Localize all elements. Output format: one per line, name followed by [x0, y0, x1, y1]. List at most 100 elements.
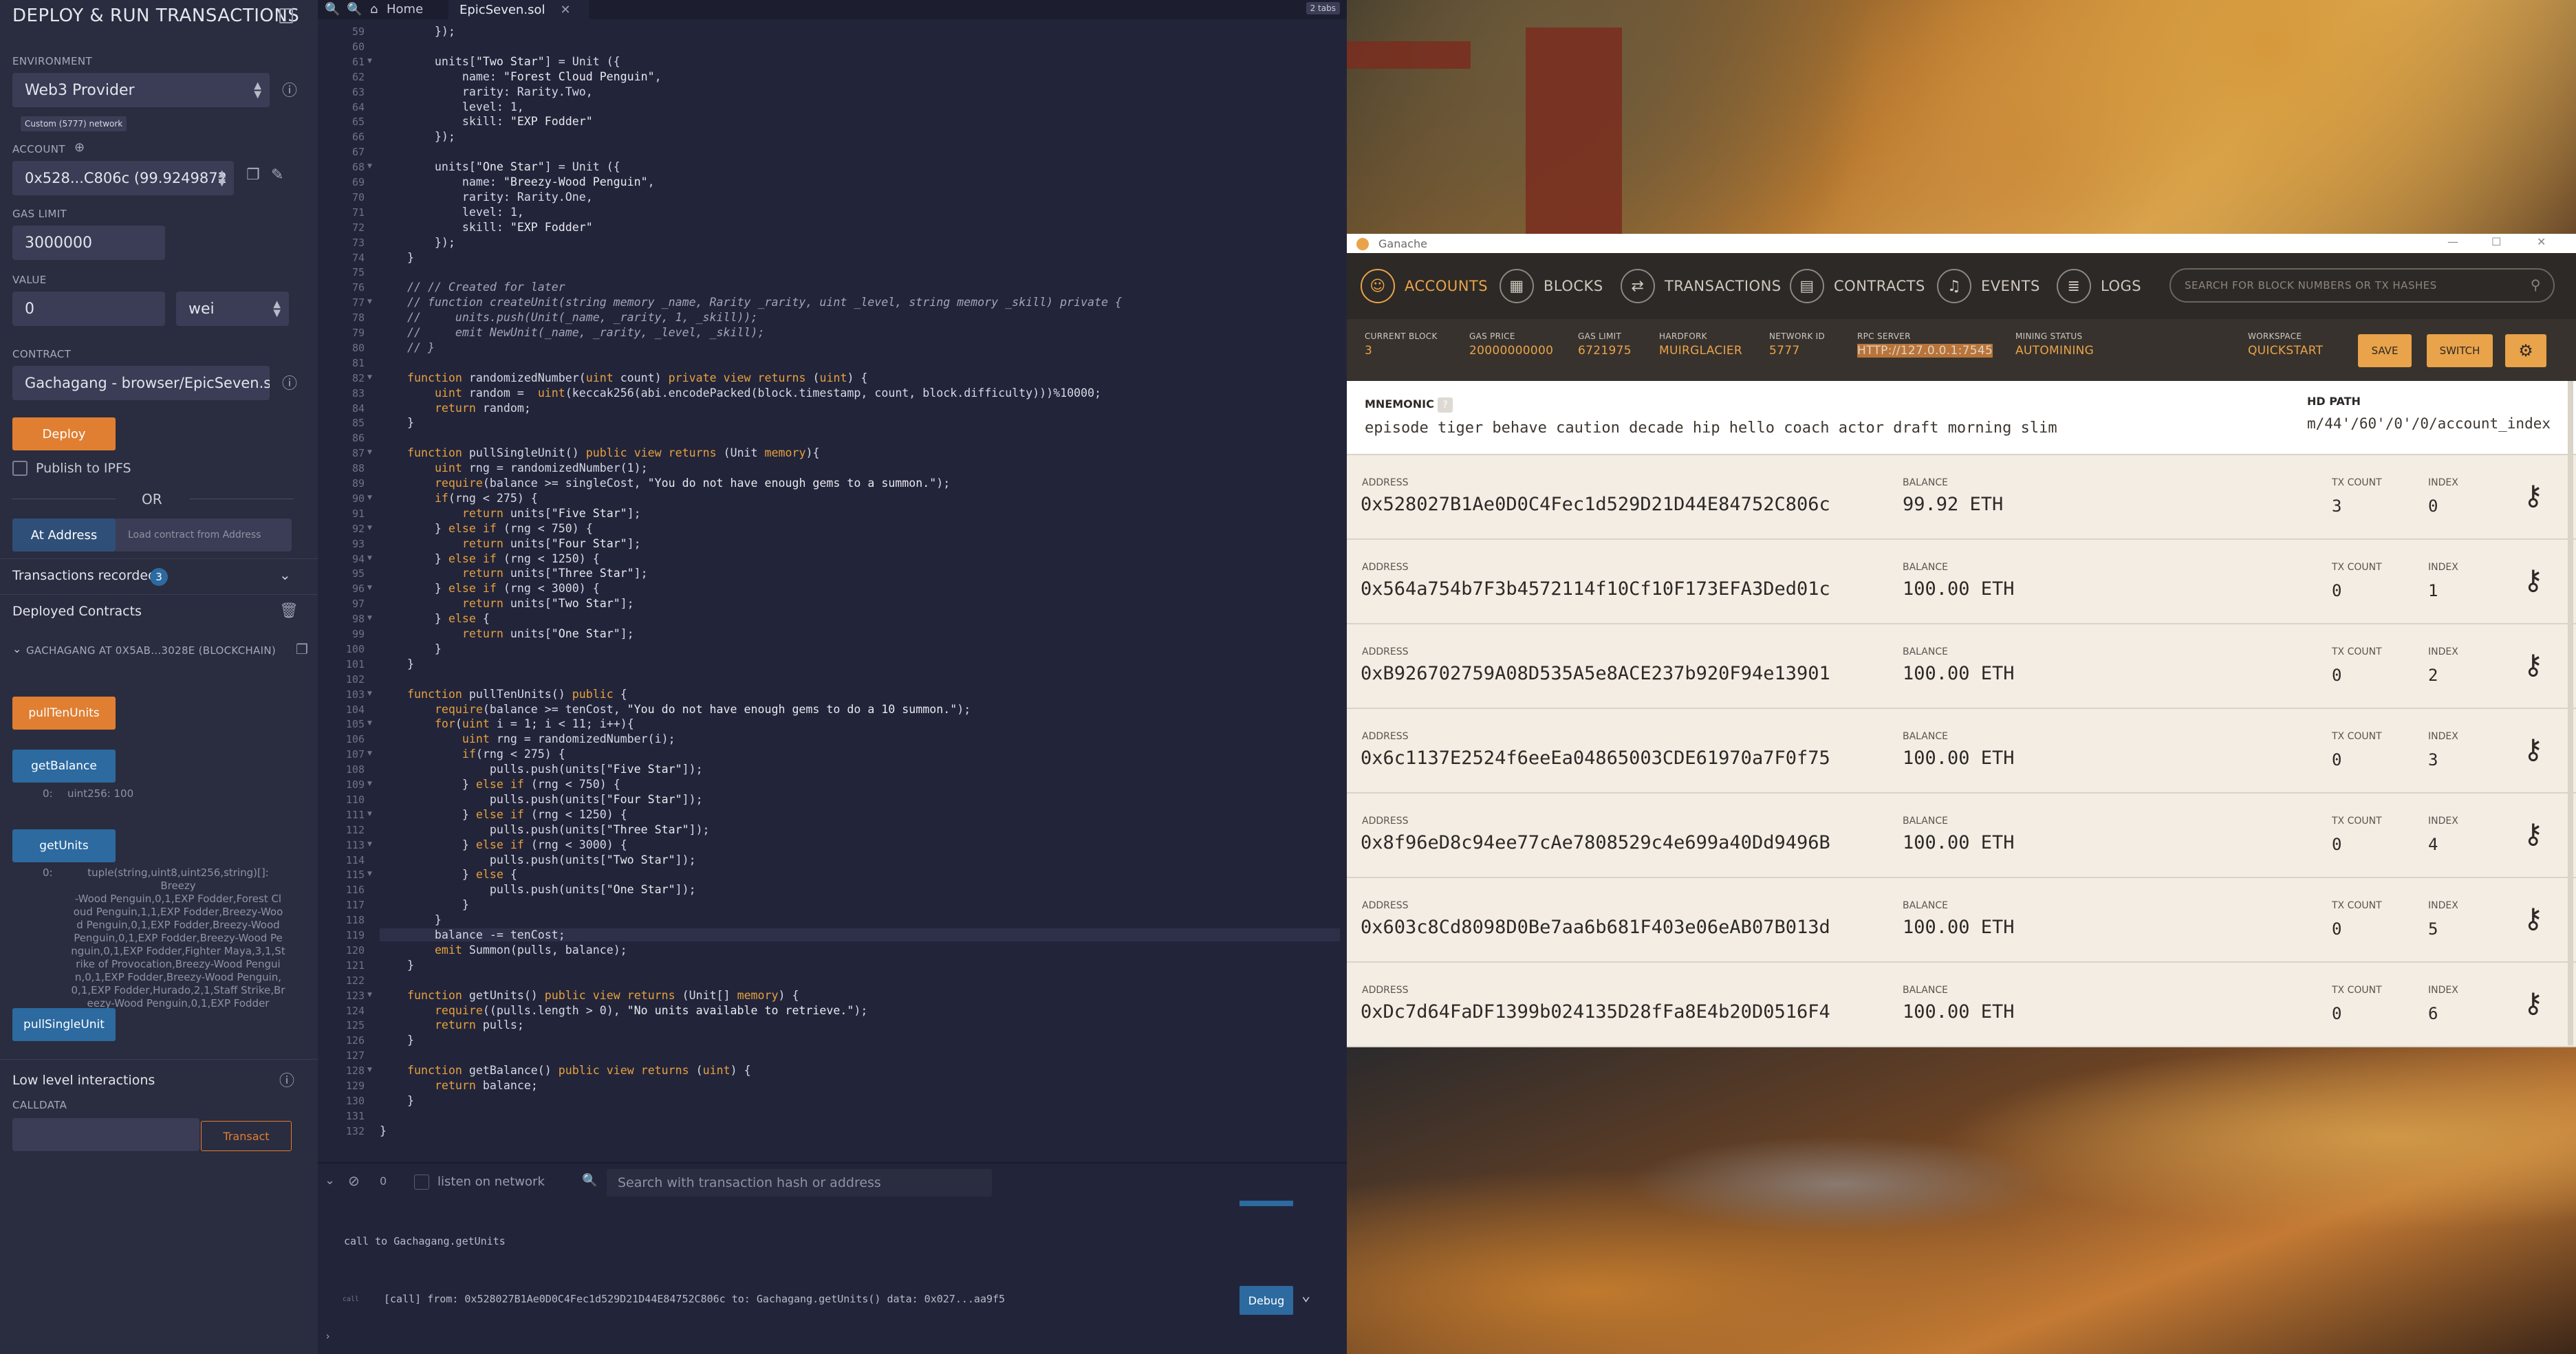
chevron-down-icon[interactable]: ⌄: [279, 567, 291, 583]
fold-icon[interactable]: ▼: [367, 750, 372, 757]
info-icon[interactable]: ⓘ: [282, 78, 297, 100]
help-icon[interactable]: ?: [1438, 397, 1453, 413]
gas-limit-input[interactable]: 3000000: [12, 226, 165, 260]
nav-transactions[interactable]: ⇄ TRANSACTIONS: [1621, 253, 1782, 319]
ganache-search-input[interactable]: SEARCH FOR BLOCK NUMBERS OR TX HASHES ⚲: [2169, 268, 2555, 303]
chevron-down-icon[interactable]: ⌄: [1301, 1287, 1310, 1304]
save-button[interactable]: SAVE: [2358, 334, 2412, 367]
environment-select[interactable]: Web3 Provider ▲ ▼: [12, 73, 270, 107]
fold-icon[interactable]: ▼: [367, 525, 372, 532]
account-row[interactable]: ADDRESS 0x603c8Cd8098D0Be7aa6b681F403e06e…: [1347, 878, 2576, 963]
fold-icon[interactable]: ▼: [367, 992, 372, 998]
key-icon[interactable]: ⚷: [2523, 818, 2543, 850]
key-icon[interactable]: ⚷: [2523, 649, 2543, 681]
maximize-icon[interactable]: ☐: [2491, 235, 2501, 248]
line-number: 80: [351, 341, 365, 354]
nav-logs[interactable]: ≣ LOGS: [2057, 253, 2141, 319]
value-unit-select[interactable]: wei ▲ ▼: [176, 292, 289, 326]
chevron-down-icon[interactable]: ⌄: [12, 642, 21, 655]
fold-icon[interactable]: ▼: [367, 298, 372, 305]
fold-icon[interactable]: ▼: [367, 58, 372, 65]
fold-icon[interactable]: ▼: [367, 720, 372, 727]
add-account-icon[interactable]: ⊕: [74, 140, 85, 155]
account-row[interactable]: ADDRESS 0xB926702759A08D535A5e8ACE237b920…: [1347, 624, 2576, 709]
settings-gear-icon[interactable]: ⚙: [2505, 334, 2546, 367]
fold-icon[interactable]: ▼: [367, 1067, 372, 1073]
load-address-input[interactable]: Load contract from Address: [116, 518, 292, 552]
pullSingleUnit-button[interactable]: pullSingleUnit: [12, 1008, 116, 1041]
pullTenUnits-button[interactable]: pullTenUnits: [12, 697, 116, 730]
zoom-in-icon[interactable]: 🔍: [347, 2, 362, 17]
scrollbar[interactable]: [2568, 381, 2573, 1045]
debug-button[interactable]: Debug: [1240, 1286, 1293, 1315]
prompt-icon[interactable]: ›: [325, 1330, 331, 1342]
nav-contracts[interactable]: ▤ CONTRACTS: [1790, 253, 1925, 319]
minimize-icon[interactable]: —: [2447, 235, 2458, 248]
at-address-button[interactable]: At Address: [12, 518, 116, 552]
docs-icon[interactable]: [279, 8, 293, 23]
transactions-recorded-label[interactable]: Transactions recorded: [12, 568, 156, 583]
bell-icon: ♫: [1937, 269, 1971, 303]
fold-icon[interactable]: ▼: [367, 841, 372, 848]
fold-icon[interactable]: ▼: [367, 780, 372, 787]
key-icon[interactable]: ⚷: [2523, 480, 2543, 512]
copy-icon[interactable]: ❐: [296, 641, 308, 657]
fold-icon[interactable]: ▼: [367, 494, 372, 501]
switch-button[interactable]: SWITCH: [2427, 334, 2493, 367]
nav-blocks[interactable]: ▦ BLOCKS: [1500, 253, 1603, 319]
info-icon[interactable]: ⓘ: [282, 371, 297, 393]
close-icon[interactable]: ✕: [2537, 235, 2546, 248]
tab-home[interactable]: Home: [387, 2, 423, 17]
account-label: ACCOUNT: [12, 143, 65, 155]
account-row[interactable]: ADDRESS 0x564a754b7F3b4572114f10Cf10F173E…: [1347, 540, 2576, 624]
trash-icon[interactable]: 🗑: [279, 602, 299, 620]
info-icon[interactable]: ⓘ: [279, 1069, 294, 1091]
account-row[interactable]: ADDRESS 0x8f96eD8c94ee77cAe7808529c4e699a…: [1347, 794, 2576, 878]
units-output: tuple(string,uint8,uint256,string)[]: Br…: [69, 866, 288, 1010]
tx-search-input[interactable]: Search with transaction hash or address: [607, 1169, 992, 1197]
fold-icon[interactable]: ▼: [367, 871, 372, 877]
account-row[interactable]: ADDRESS 0xDc7d64FaDF1399b024135D28fFa8E4b…: [1347, 963, 2576, 1047]
nav-accounts[interactable]: ☺ ACCOUNTS: [1361, 253, 1488, 319]
listen-checkbox[interactable]: [414, 1175, 429, 1190]
tab-count-badge[interactable]: 2 tabs: [1306, 2, 1340, 14]
account-row[interactable]: ADDRESS 0x6c1137E2524f6eeEa04865003CDE619…: [1347, 709, 2576, 794]
fold-icon[interactable]: ▼: [367, 615, 372, 622]
collapse-terminal-icon[interactable]: ⌄: [325, 1173, 335, 1188]
fold-icon[interactable]: ▼: [367, 163, 372, 170]
nav-events[interactable]: ♫ EVENTS: [1937, 253, 2040, 319]
account-row[interactable]: ADDRESS 0x528027B1Ae0D0C4Fec1d529D21D44E8…: [1347, 455, 2576, 540]
fold-icon[interactable]: ▼: [367, 690, 372, 697]
key-icon[interactable]: ⚷: [2523, 565, 2543, 596]
line-number: 130: [345, 1094, 365, 1107]
fold-icon[interactable]: ▼: [367, 374, 372, 381]
getBalance-button[interactable]: getBalance: [12, 750, 116, 783]
publish-ipfs-checkbox[interactable]: [12, 461, 28, 476]
tab-epicseven[interactable]: EpicSeven.sol ✕: [448, 0, 589, 19]
balance-label: BALANCE: [1903, 900, 1948, 911]
edit-icon[interactable]: ✎: [271, 166, 283, 184]
key-icon[interactable]: ⚷: [2523, 734, 2543, 765]
deploy-button[interactable]: Deploy: [12, 417, 116, 450]
getUnits-button[interactable]: getUnits: [12, 829, 116, 862]
clear-icon[interactable]: ⊘: [348, 1172, 360, 1189]
account-select[interactable]: 0x528...C806c (99.9249872 ▲ ▼: [12, 161, 234, 195]
value-input[interactable]: 0: [12, 292, 165, 326]
search-icon[interactable]: ⚲: [2531, 276, 2541, 293]
fold-icon[interactable]: ▼: [367, 585, 372, 591]
log-detail[interactable]: [call] from: 0x528027B1Ae0D0C4Fec1d529D2…: [384, 1293, 1005, 1305]
copy-icon[interactable]: ❐: [246, 166, 260, 184]
environment-value: Web3 Provider: [25, 81, 135, 99]
key-icon[interactable]: ⚷: [2523, 987, 2543, 1019]
zoom-out-icon[interactable]: 🔍: [325, 2, 340, 17]
code-area[interactable]: }); units["Two Star"] = Unit ({ name: "F…: [374, 19, 1347, 1140]
fold-icon[interactable]: ▼: [367, 811, 372, 818]
transact-button[interactable]: Transact: [201, 1121, 292, 1151]
contract-select[interactable]: Gachagang - browser/EpicSeven.sol: [12, 366, 270, 400]
fold-icon[interactable]: ▼: [367, 449, 372, 456]
fold-icon[interactable]: ▼: [367, 555, 372, 562]
close-icon[interactable]: ✕: [560, 3, 570, 17]
calldata-input[interactable]: [12, 1118, 199, 1151]
contract-instance-label[interactable]: GACHAGANG AT 0X5AB...3028E (BLOCKCHAIN): [26, 644, 276, 657]
key-icon[interactable]: ⚷: [2523, 903, 2543, 935]
